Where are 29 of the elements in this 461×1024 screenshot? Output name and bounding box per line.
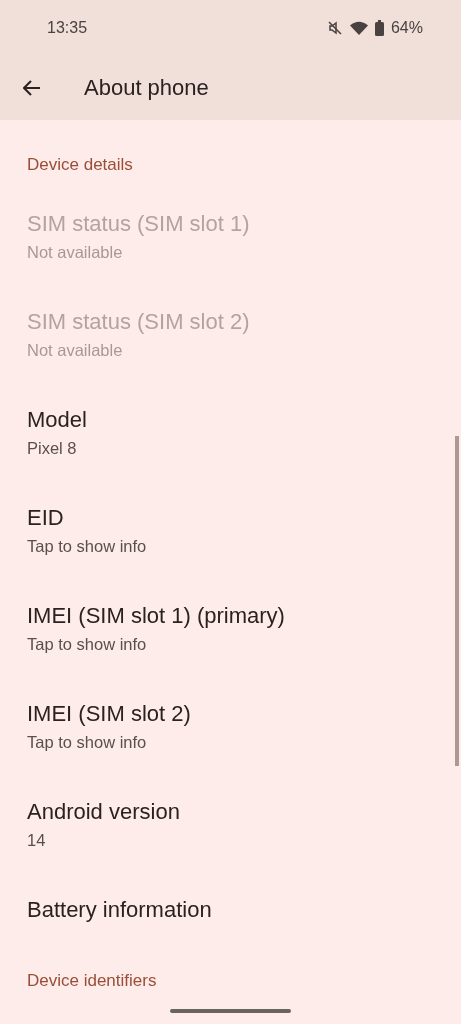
- item-summary: Not available: [27, 340, 124, 361]
- section-header: Device identifiers: [26, 970, 158, 992]
- item-title: Battery information: [27, 897, 213, 923]
- item-summary: Pixel 8: [27, 438, 78, 459]
- item-title: SIM status (SIM slot 1): [27, 211, 251, 237]
- settings-item[interactable]: IMEI (SIM slot 2) Tap to show info: [0, 677, 461, 775]
- item-summary: Tap to show info: [27, 634, 148, 655]
- item-summary: Not available: [27, 242, 124, 263]
- page-title: About phone: [84, 75, 209, 101]
- battery-icon: [374, 20, 384, 36]
- settings-item[interactable]: Model Pixel 8: [0, 383, 461, 481]
- battery-percent: 64%: [390, 19, 423, 37]
- item-summary: Tap to show info: [27, 536, 148, 557]
- item-title: SIM status (SIM slot 2): [27, 309, 251, 335]
- section-header: Device details: [26, 154, 134, 176]
- settings-item[interactable]: EID Tap to show info: [0, 481, 461, 579]
- item-title: EID: [27, 505, 65, 531]
- item-title: Model: [27, 407, 88, 433]
- wifi-icon: [349, 21, 368, 35]
- item-summary: 14: [27, 830, 47, 851]
- item-summary: Tap to show info: [27, 732, 148, 753]
- item-title: IMEI (SIM slot 1) (primary): [27, 603, 286, 629]
- settings-item[interactable]: Battery information: [0, 873, 461, 945]
- mute-icon: [326, 20, 343, 36]
- item-title: Android version: [27, 799, 181, 825]
- item-title: IMEI (SIM slot 2): [27, 701, 192, 727]
- settings-item[interactable]: IMEI (SIM slot 1) (primary) Tap to show info: [0, 579, 461, 677]
- settings-item[interactable]: Android version 14: [0, 775, 461, 873]
- status-time: 13:35: [47, 19, 88, 37]
